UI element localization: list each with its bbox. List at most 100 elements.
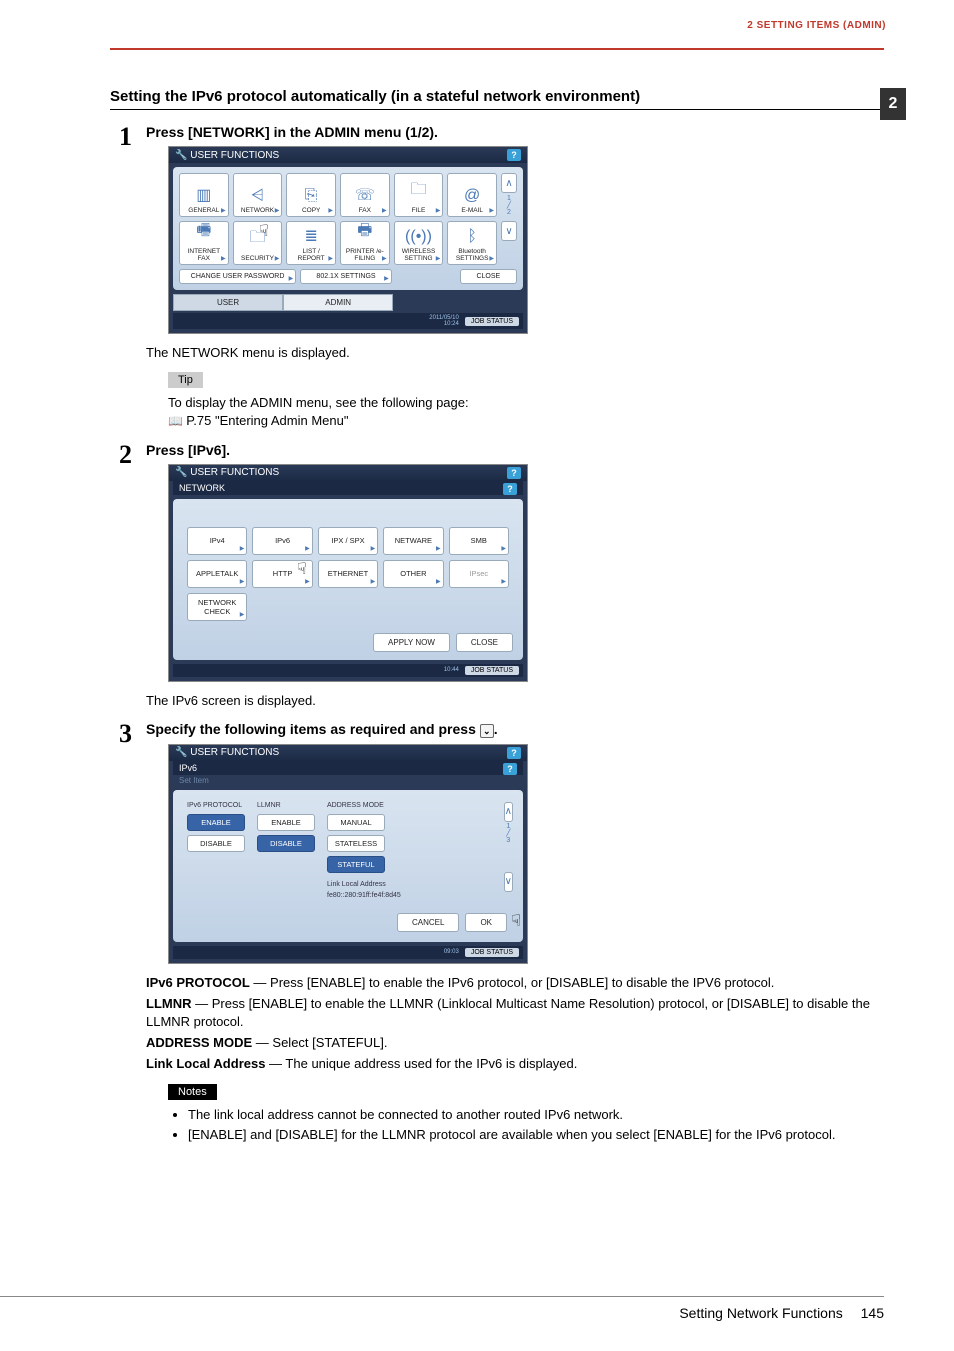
appletalk-button[interactable]: APPLETALK▶: [187, 560, 247, 588]
help-icon[interactable]: ?: [507, 467, 521, 479]
printer-icon: 🖶: [357, 219, 372, 246]
file-icon: 🗀: [410, 178, 426, 205]
stateless-button[interactable]: STATELESS: [327, 835, 385, 852]
step1-lead: Press [NETWORK] in the ADMIN menu (1/2).: [146, 124, 884, 140]
scroll-up-button[interactable]: ∧: [501, 173, 517, 193]
ss3-title: 🔧 USER FUNCTIONS: [175, 747, 279, 758]
tip-line1: To display the ADMIN menu, see the follo…: [168, 394, 884, 412]
page-indicator: 1╱2: [501, 195, 517, 215]
ss2-subtitle: NETWORK?: [173, 481, 523, 495]
netcheck-button[interactable]: NETWORK CHECK▶: [187, 593, 247, 621]
ipsec-button[interactable]: IPsec▶: [449, 560, 509, 588]
scroll-up-button[interactable]: ∧: [504, 802, 513, 822]
jobstatus-button[interactable]: JOB STATUS: [465, 948, 519, 957]
cursor-icon: ☟: [511, 911, 521, 931]
printer-button[interactable]: 🖶PRINTER /e-FILING▶: [340, 221, 390, 265]
scroll-down-button[interactable]: ∨: [501, 221, 517, 241]
step2-lead: Press [IPv6].: [146, 442, 884, 458]
help-icon[interactable]: ?: [507, 149, 521, 161]
netware-button[interactable]: NETWARE▶: [383, 527, 443, 555]
llmnr-enable-button[interactable]: ENABLE: [257, 814, 315, 831]
cursor-icon: ☟: [297, 559, 307, 579]
smb-button[interactable]: SMB▶: [449, 527, 509, 555]
network-icon: ⩤: [251, 187, 264, 205]
tip-label: Tip: [168, 372, 203, 388]
footer-section: Setting Network Functions: [679, 1305, 842, 1321]
ipv6-protocol-label: IPv6 PROTOCOL: [187, 802, 242, 809]
fax-icon: ☏: [355, 185, 375, 205]
listreport-button[interactable]: ≣LIST / REPORT▶: [286, 221, 336, 265]
timestamp: 10:44: [444, 667, 459, 673]
cursor-icon: ☟: [259, 221, 269, 241]
user-tab[interactable]: USER: [173, 294, 283, 311]
page-number: 145: [861, 1305, 884, 1321]
security-button[interactable]: 🗀SECURITY▶: [233, 221, 283, 265]
ipv4-button[interactable]: IPv4▶: [187, 527, 247, 555]
tip-line2: 📖 P.75 "Entering Admin Menu": [168, 412, 884, 430]
step3-lead: Specify the following items as required …: [146, 721, 884, 737]
lla-value: fe80::280:91ff:fe4f:8d45: [327, 892, 401, 899]
email-button[interactable]: @E-MAIL▶: [447, 173, 497, 217]
ss3-subtitle: IPv6?: [173, 761, 523, 775]
ipv6-disable-button[interactable]: DISABLE: [187, 835, 245, 852]
8021x-button[interactable]: 802.1X SETTINGS▶: [300, 269, 392, 284]
ipv6-enable-button[interactable]: ENABLE: [187, 814, 245, 831]
cancel-button[interactable]: CANCEL: [397, 913, 459, 932]
general-button[interactable]: ▥GENERAL▶: [179, 173, 229, 217]
file-button[interactable]: 🗀FILE▶: [394, 173, 444, 217]
scroll-down-button[interactable]: ∨: [504, 872, 513, 892]
ss3-setitem: Set Item: [173, 775, 523, 786]
copy-button[interactable]: ⎘COPY▶: [286, 173, 336, 217]
manual-button[interactable]: MANUAL: [327, 814, 385, 831]
help-icon[interactable]: ?: [507, 747, 521, 759]
fax-button[interactable]: ☏FAX▶: [340, 173, 390, 217]
close-button[interactable]: CLOSE: [460, 269, 517, 284]
copy-icon: ⎘: [305, 187, 318, 205]
wireless-button[interactable]: ((•))WIRELESS SETTING▶: [394, 221, 444, 265]
step-number-2: 2: [110, 442, 132, 716]
step-number-3: 3: [110, 721, 132, 1146]
email-icon: @: [464, 187, 480, 205]
step2-after: The IPv6 screen is displayed.: [146, 692, 884, 710]
network-button[interactable]: ⩤NETWORK▶: [233, 173, 283, 217]
page-indicator: 1╱3: [504, 824, 513, 844]
page-footer: Setting Network Functions 145: [0, 1296, 884, 1321]
admin-tab[interactable]: ADMIN: [283, 294, 393, 311]
step1-after: The NETWORK menu is displayed.: [146, 344, 884, 362]
timestamp: 2011/05/1010:24: [429, 315, 459, 327]
note-1: The link local address cannot be connect…: [188, 1106, 884, 1124]
screenshot-admin-menu: 🔧 USER FUNCTIONS ? ▥GENERAL▶ ⩤NETWORK▶ ⎘…: [168, 146, 528, 334]
apply-now-button[interactable]: APPLY NOW: [373, 633, 450, 652]
bluetooth-button[interactable]: ᛒBluetooth SETTINGS▶: [447, 221, 497, 265]
close-button[interactable]: CLOSE: [456, 633, 513, 652]
general-icon: ▥: [196, 185, 211, 205]
jobstatus-button[interactable]: JOB STATUS: [465, 666, 519, 675]
help-icon[interactable]: ?: [503, 763, 517, 775]
ss2-title: 🔧 USER FUNCTIONS: [175, 467, 279, 478]
timestamp: 09:03: [444, 949, 459, 955]
internetfax-button[interactable]: 🖷INTERNET FAX▶: [179, 221, 229, 265]
jobstatus-button[interactable]: JOB STATUS: [465, 317, 519, 326]
change-password-button[interactable]: CHANGE USER PASSWORD▶: [179, 269, 296, 284]
thumb-tab: 2: [880, 88, 906, 120]
llmnr-disable-button[interactable]: DISABLE: [257, 835, 315, 852]
stateful-button[interactable]: STATEFUL: [327, 856, 385, 873]
ipx-button[interactable]: IPX / SPX▶: [318, 527, 378, 555]
step3-descriptions: IPv6 PROTOCOL — Press [ENABLE] to enable…: [146, 974, 884, 1074]
llmnr-label: LLMNR: [257, 802, 281, 809]
bluetooth-icon: ᛒ: [467, 228, 477, 246]
section-rule: [110, 109, 884, 110]
chapter-tag: 2 SETTING ITEMS (ADMIN): [747, 20, 886, 31]
step-number-1: 1: [110, 124, 132, 430]
help-icon[interactable]: ?: [503, 483, 517, 495]
screenshot-ipv6-settings: 🔧 USER FUNCTIONS ? IPv6? Set Item IPv6 P…: [168, 744, 528, 964]
ethernet-button[interactable]: ETHERNET▶: [318, 560, 378, 588]
book-icon: 📖: [168, 414, 186, 428]
address-mode-label: ADDRESS MODE: [327, 802, 384, 809]
wireless-icon: ((•)): [405, 228, 432, 246]
down-arrow-icon: ⌄: [480, 724, 494, 738]
ipv6-button[interactable]: IPv6▶: [252, 527, 312, 555]
ok-button[interactable]: OK: [465, 913, 507, 932]
other-button[interactable]: OTHER▶: [383, 560, 443, 588]
section-title: Setting the IPv6 protocol automatically …: [110, 88, 884, 105]
